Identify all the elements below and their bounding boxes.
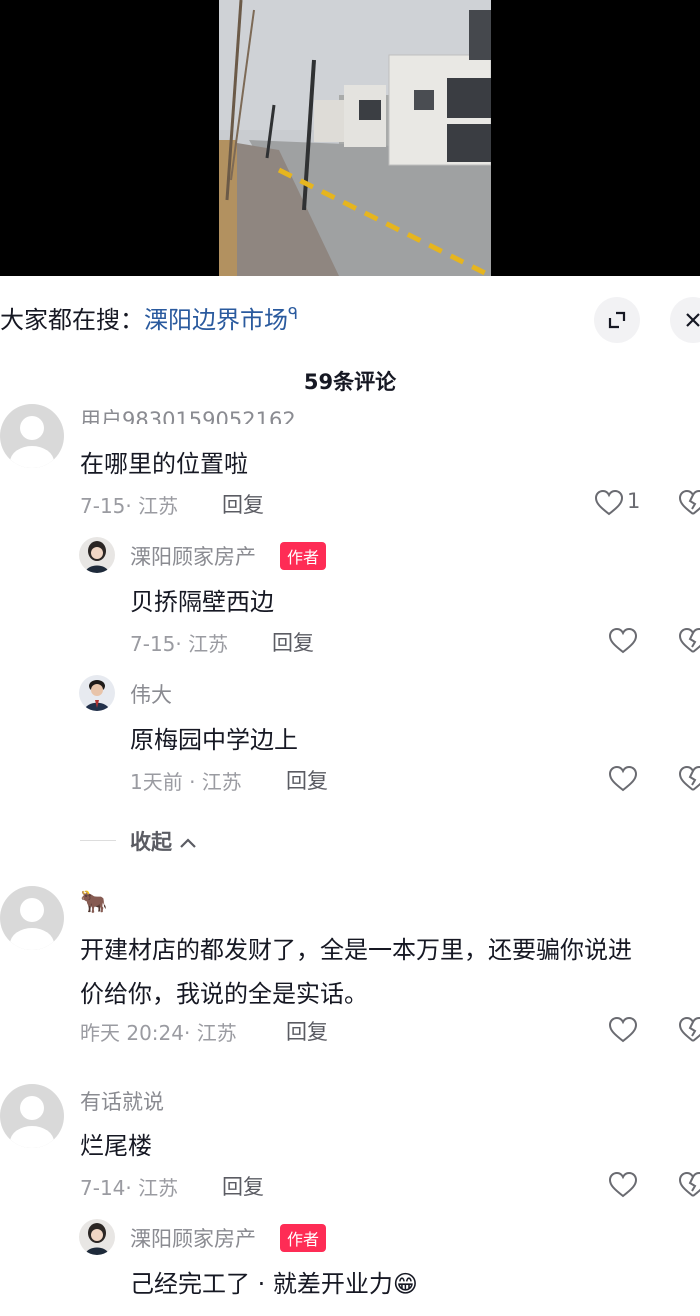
reply-time: 7-15· 江苏 xyxy=(130,632,229,656)
comment-content-line2: 价给你，我说的全是实话。 xyxy=(80,980,368,1008)
comment-content-line1: 开建材店的都发财了，全是一本万里，还要骗你说进 xyxy=(80,936,632,964)
collapse-divider xyxy=(80,840,116,841)
reply-username[interactable]: 溧阳顾家房产 xyxy=(130,541,256,571)
video-player[interactable] xyxy=(0,0,700,276)
author-avatar-image xyxy=(85,541,109,573)
avatar[interactable] xyxy=(0,886,64,950)
heart-icon[interactable] xyxy=(608,626,638,656)
author-tag: 作者 xyxy=(280,1224,327,1252)
author-tag: 作者 xyxy=(280,542,327,570)
dislike-icon[interactable] xyxy=(678,764,700,794)
heart-icon[interactable] xyxy=(608,1015,638,1045)
reply-button[interactable]: 回复 xyxy=(272,627,314,657)
search-icon: ᑫ xyxy=(288,304,299,323)
dislike-icon[interactable] xyxy=(678,488,700,518)
reply-username[interactable]: 溧阳顾家房产 xyxy=(130,1223,256,1253)
comment-username[interactable]: 🐂 xyxy=(80,890,107,915)
reply-button[interactable]: 回复 xyxy=(286,765,328,795)
reply-time: 1天前 · 江苏 xyxy=(130,770,242,794)
reply-content: 己经完工了 · 就差开业力😁 xyxy=(130,1270,418,1298)
comment-time: 7-15· 江苏 xyxy=(80,494,179,518)
reply-button[interactable]: 回复 xyxy=(222,1171,264,1201)
avatar[interactable] xyxy=(79,675,115,711)
dislike-icon[interactable] xyxy=(678,1015,700,1045)
dislike-icon[interactable] xyxy=(678,626,700,656)
comment-username[interactable]: 用户9830159052162 xyxy=(80,404,296,424)
default-avatar-icon xyxy=(10,898,54,950)
search-suggestion[interactable]: 大家都在搜：溧阳边界市场ᑫ xyxy=(0,300,298,335)
heart-icon[interactable] xyxy=(608,764,638,794)
reply-content: 贝挢隔壁西边 xyxy=(130,588,274,616)
video-frame xyxy=(219,0,491,276)
close-icon xyxy=(686,313,700,327)
avatar[interactable] xyxy=(0,404,64,468)
reply-username[interactable]: 伟大 xyxy=(130,679,172,709)
comments-count: 59条评论 xyxy=(303,370,397,394)
comment-username[interactable]: 有话就说 xyxy=(80,1086,164,1116)
reply-button[interactable]: 回复 xyxy=(222,489,264,519)
comment-time: 昨天 20:24· 江苏 xyxy=(80,1021,237,1045)
collapse-label: 收起 xyxy=(130,830,172,854)
search-term-link[interactable]: 溧阳边界市场 xyxy=(144,306,288,334)
collapse-button[interactable]: 收起 xyxy=(130,826,197,856)
reply-content: 原梅园中学边上 xyxy=(130,726,298,754)
chevron-up-icon xyxy=(180,838,197,848)
default-avatar-icon xyxy=(10,416,54,468)
heart-icon[interactable] xyxy=(594,488,624,518)
comment-content: 烂尾楼 xyxy=(80,1132,152,1160)
heart-icon[interactable] xyxy=(608,1170,638,1200)
author-avatar-image xyxy=(85,1223,109,1255)
avatar[interactable] xyxy=(79,537,115,573)
avatar[interactable] xyxy=(0,1084,64,1148)
video-thumbnail-image xyxy=(219,0,491,276)
search-prefix: 大家都在搜： xyxy=(0,306,144,334)
user-avatar-image xyxy=(84,680,110,711)
default-avatar-icon xyxy=(10,1096,54,1148)
expand-icon xyxy=(608,311,626,329)
close-button[interactable] xyxy=(670,297,700,343)
expand-button[interactable] xyxy=(594,297,640,343)
reply-button[interactable]: 回复 xyxy=(286,1016,328,1046)
comment-time: 7-14· 江苏 xyxy=(80,1176,179,1200)
comment-content: 在哪里的位置啦 xyxy=(80,450,248,478)
like-count: 1 xyxy=(627,489,641,513)
search-suggestion-bar: 大家都在搜：溧阳边界市场ᑫ xyxy=(0,290,700,350)
dislike-icon[interactable] xyxy=(678,1170,700,1200)
avatar[interactable] xyxy=(79,1219,115,1255)
